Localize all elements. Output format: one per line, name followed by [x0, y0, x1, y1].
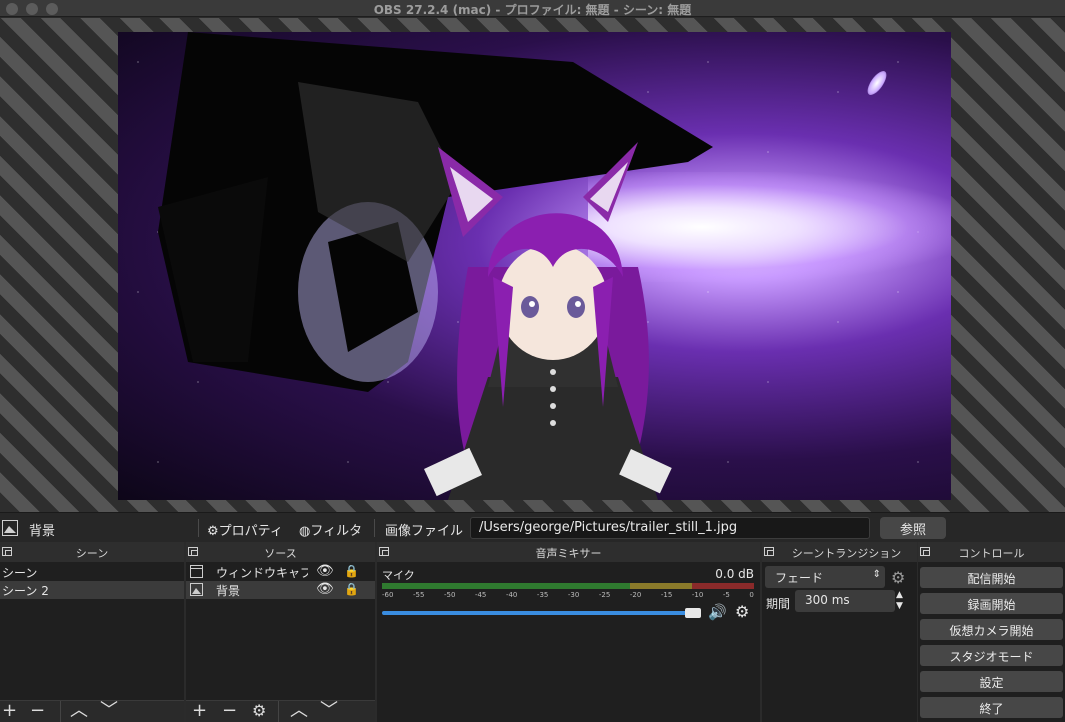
sources-footer: + − ⚙ ︿ ﹀ [186, 700, 375, 722]
undock-icon[interactable] [188, 547, 198, 556]
studio-mode-button[interactable]: スタジオモード [920, 645, 1063, 666]
move-scene-down-button[interactable]: ﹀ [100, 702, 118, 720]
controls-header: コントロール [918, 542, 1065, 562]
exit-button[interactable]: 終了 [920, 697, 1063, 718]
gear-icon: ⚙ [207, 524, 219, 539]
move-source-down-button[interactable]: ﹀ [320, 702, 338, 720]
mixer-track-name: マイク [382, 569, 415, 582]
image-icon [190, 583, 203, 596]
scenes-header: シーン [0, 542, 184, 562]
volume-meter [382, 583, 754, 589]
start-recording-button[interactable]: 録画開始 [920, 593, 1063, 614]
scene-item[interactable]: シーン [0, 563, 184, 581]
mixer-settings-gear-icon[interactable]: ⚙ [735, 602, 749, 621]
sources-header: ソース [186, 542, 375, 562]
add-source-button[interactable]: + [192, 702, 207, 720]
transition-settings-gear-icon[interactable]: ⚙ [891, 568, 905, 587]
remove-source-button[interactable]: − [222, 702, 237, 720]
window-icon [190, 565, 203, 578]
lock-icon[interactable]: 🔒 [344, 582, 359, 596]
image-path-field[interactable]: /Users/george/Pictures/trailer_still_1.j… [470, 517, 870, 539]
meter-scale: -60 -55 -50 -45 -40 -35 -30 -25 -20 -15 -10 -5 0 [382, 591, 754, 599]
eye-icon[interactable]: 👁 [316, 564, 334, 578]
browse-button[interactable]: 参照 [880, 517, 946, 539]
duration-stepper[interactable]: ▲ ▼ [896, 590, 903, 612]
source-item[interactable]: ウィンドウキャプ 👁 🔒 [186, 563, 375, 581]
mixer-level: 0.0 dB [715, 567, 754, 581]
add-scene-button[interactable]: + [2, 702, 17, 720]
undock-icon[interactable] [764, 547, 774, 556]
sources-dock: ソース ウィンドウキャプ 👁 🔒 背景 👁 🔒 + − ⚙ ︿ ﹀ [186, 542, 375, 722]
volume-slider[interactable] [382, 611, 699, 615]
transition-select[interactable]: フェード ⇕ [765, 566, 885, 588]
properties-button[interactable]: ⚙プロパティ [207, 520, 283, 539]
source-settings-gear-icon[interactable]: ⚙ [252, 702, 266, 720]
filters-button[interactable]: ◍フィルタ [299, 520, 362, 539]
title-bar: OBS 27.2.4 (mac) - プロファイル: 無題 - シーン: 無題 [0, 0, 1065, 17]
transitions-header: シーントランジション [762, 542, 917, 562]
duration-label: 期間 [766, 597, 791, 611]
lock-icon[interactable]: 🔒 [344, 564, 359, 578]
duration-field[interactable]: 300 ms [795, 590, 895, 612]
source-item[interactable]: 背景 👁 🔒 [186, 581, 375, 599]
avatar-character [424, 142, 672, 500]
updown-chevron-icon: ⇕ [872, 569, 881, 580]
move-scene-up-button[interactable]: ︿ [70, 702, 88, 720]
undock-icon[interactable] [2, 547, 12, 556]
filter-icon: ◍ [299, 524, 311, 539]
move-source-up-button[interactable]: ︿ [290, 702, 308, 720]
eye-icon[interactable]: 👁 [316, 582, 334, 596]
volume-slider-handle[interactable] [685, 608, 701, 618]
preview-canvas[interactable] [118, 32, 951, 500]
selected-source-name: 背景 [29, 524, 56, 539]
transitions-dock: シーントランジション フェード ⇕ ⚙ 期間 300 ms ▲ ▼ [762, 542, 917, 722]
start-virtual-camera-button[interactable]: 仮想カメラ開始 [920, 619, 1063, 640]
speaker-icon[interactable]: 🔊 [708, 603, 727, 621]
mixer-header: 音声ミキサー [377, 542, 760, 562]
source-toolbar: 背景 ⚙プロパティ ◍フィルタ 画像ファイル /Users/george/Pic… [0, 512, 1065, 542]
scenes-footer: + − ︿ ﹀ [0, 700, 184, 722]
scene-item[interactable]: シーン 2 [0, 581, 184, 599]
scenes-dock: シーン シーン シーン 2 + − ︿ ﹀ [0, 542, 184, 722]
image-source-icon [2, 520, 18, 536]
window-title: OBS 27.2.4 (mac) - プロファイル: 無題 - シーン: 無題 [373, 3, 692, 17]
remove-scene-button[interactable]: − [30, 702, 45, 720]
start-streaming-button[interactable]: 配信開始 [920, 567, 1063, 588]
image-file-label: 画像ファイル [385, 524, 464, 539]
undock-icon[interactable] [920, 547, 930, 556]
audio-mixer-dock: 音声ミキサー マイク 0.0 dB -60 -55 -50 -45 -40 -35 -30-… [377, 542, 760, 722]
settings-button[interactable]: 設定 [920, 671, 1063, 692]
undock-icon[interactable] [379, 547, 389, 556]
